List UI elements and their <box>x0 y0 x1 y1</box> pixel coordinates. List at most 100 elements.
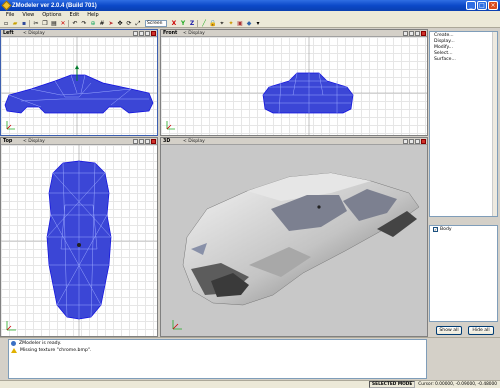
log-list: ZModeler is ready. Missing texture "chro… <box>8 339 427 379</box>
menu-file[interactable]: File <box>2 12 18 18</box>
warning-icon <box>11 348 17 353</box>
close-button[interactable]: × <box>488 1 498 10</box>
display-menu[interactable]: < Display <box>23 31 45 36</box>
menu-view[interactable]: View <box>18 12 38 18</box>
log-text: Missing texture "chrome.bmp". <box>20 348 92 353</box>
object-name: Body <box>440 227 452 232</box>
light-icon[interactable]: ✦ <box>227 20 235 27</box>
zoom-icon[interactable]: ⊕ <box>89 20 97 27</box>
menu-edit[interactable]: Edit <box>66 12 84 18</box>
maximize-viewport-icon[interactable] <box>145 139 150 144</box>
minimize-button[interactable]: _ <box>466 1 476 10</box>
grid-icon[interactable]: # <box>98 20 106 27</box>
viewport-close-icon[interactable] <box>151 31 156 36</box>
car-wireframe-side <box>1 37 157 135</box>
viewport-close-icon[interactable] <box>151 139 156 144</box>
pan-icon[interactable] <box>403 139 408 144</box>
redo-icon[interactable]: ↷ <box>80 20 88 27</box>
menu-bar: File View Options Edit Help <box>0 11 500 19</box>
axis-z-icon[interactable]: Z <box>188 20 196 27</box>
info-icon <box>11 341 16 346</box>
maximize-viewport-icon[interactable] <box>415 139 420 144</box>
toolbar-separator <box>29 19 31 27</box>
plane-icon[interactable]: ╱ <box>200 20 208 27</box>
undo-icon[interactable]: ↶ <box>71 20 79 27</box>
hide-all-button[interactable]: Hide all <box>468 326 494 335</box>
display-menu[interactable]: < Display <box>183 139 205 144</box>
select-icon[interactable]: ➤ <box>107 20 115 27</box>
scale-icon[interactable]: ⤢ <box>134 20 142 27</box>
save-icon[interactable]: ▪ <box>20 20 28 27</box>
menu-options[interactable]: Options <box>38 12 65 18</box>
viewport-canvas[interactable] <box>161 37 427 135</box>
screen-select[interactable]: Screen <box>145 19 167 27</box>
viewport-header: Left < Display <box>1 30 157 37</box>
car-wireframe-front <box>161 37 427 135</box>
texture-icon[interactable]: ▣ <box>236 20 244 27</box>
axis-x-icon[interactable]: X <box>170 20 178 27</box>
open-file-icon[interactable]: ▰ <box>11 20 19 27</box>
display-menu[interactable]: < Display <box>23 139 45 144</box>
visibility-checkbox[interactable]: ✓ <box>433 227 438 232</box>
delete-icon[interactable]: ✕ <box>59 20 67 27</box>
viewport-name: Front <box>163 30 178 36</box>
new-file-icon[interactable]: ▫ <box>2 20 10 27</box>
lock-icon[interactable]: 🔒 <box>209 20 217 27</box>
zoom-icon[interactable] <box>409 31 414 36</box>
car-render-3d <box>172 172 420 330</box>
title-bar: ZModeler ver 2.0.4 (Build 701) _ □ × <box>0 0 500 11</box>
viewport-top[interactable]: Top < Display <box>0 137 158 337</box>
axis-y-icon[interactable]: Y <box>179 20 187 27</box>
log-text: ZModeler is ready. <box>19 341 62 346</box>
maximize-button[interactable]: □ <box>477 1 487 10</box>
viewport-canvas[interactable] <box>161 145 427 336</box>
log-entry: Missing texture "chrome.bmp". <box>9 347 426 354</box>
pan-icon[interactable] <box>133 139 138 144</box>
toolbar-separator <box>68 19 70 27</box>
snap-icon[interactable]: ⌖ <box>218 20 226 27</box>
copy-icon[interactable]: ❐ <box>41 20 49 27</box>
paste-icon[interactable]: ▤ <box>50 20 58 27</box>
rotate-icon[interactable]: ⟳ <box>125 20 133 27</box>
viewport-header: Front < Display <box>161 30 427 37</box>
status-cursor: Cursor: 0.00000, -0.09000, -0.48000 <box>418 382 497 387</box>
status-bar: SELECTED MODE Cursor: 0.00000, -0.09000,… <box>0 380 500 388</box>
viewport-close-icon[interactable] <box>421 31 426 36</box>
toolbar-separator <box>197 19 199 27</box>
command-surface[interactable]: Surface... <box>430 56 497 62</box>
zoom-icon[interactable] <box>139 31 144 36</box>
zoom-icon[interactable] <box>409 139 414 144</box>
viewport-name: 3D <box>163 138 171 144</box>
menu-help[interactable]: Help <box>83 12 102 18</box>
status-mode: SELECTED MODE <box>369 381 416 388</box>
window-title: ZModeler ver 2.0.4 (Build 701) <box>12 2 97 9</box>
log-entry: ZModeler is ready. <box>9 340 426 347</box>
viewport-canvas[interactable] <box>1 37 157 135</box>
viewport-header: Top < Display <box>1 138 157 145</box>
settings-icon[interactable]: ▾ <box>254 20 262 27</box>
show-all-button[interactable]: Show all <box>436 326 462 335</box>
viewport-header: 3D < Display <box>161 138 427 145</box>
display-menu[interactable]: < Display <box>183 31 205 36</box>
pan-icon[interactable] <box>133 31 138 36</box>
command-list: Create... Display... Modify... Select...… <box>429 31 498 217</box>
command-panel: Create... Display... Modify... Select...… <box>428 29 500 337</box>
viewport-canvas[interactable] <box>1 145 157 336</box>
zoom-icon[interactable] <box>139 139 144 144</box>
render-icon[interactable]: ◆ <box>245 20 253 27</box>
viewport-3d[interactable]: 3D < Display <box>160 137 428 337</box>
app-icon <box>1 0 12 11</box>
car-wireframe-top <box>1 145 157 336</box>
maximize-viewport-icon[interactable] <box>415 31 420 36</box>
scrollbar[interactable] <box>492 32 497 216</box>
pan-icon[interactable] <box>403 31 408 36</box>
viewport-left[interactable]: Left < Display <box>0 29 158 136</box>
cut-icon[interactable]: ✂ <box>32 20 40 27</box>
viewport-front[interactable]: Front < Display <box>160 29 428 136</box>
log-pane: ZModeler is ready. Missing texture "chro… <box>0 337 500 380</box>
object-item-body[interactable]: ✓ Body <box>430 226 497 233</box>
viewport-name: Top <box>3 138 13 144</box>
maximize-viewport-icon[interactable] <box>145 31 150 36</box>
move-icon[interactable]: ✥ <box>116 20 124 27</box>
viewport-close-icon[interactable] <box>421 139 426 144</box>
